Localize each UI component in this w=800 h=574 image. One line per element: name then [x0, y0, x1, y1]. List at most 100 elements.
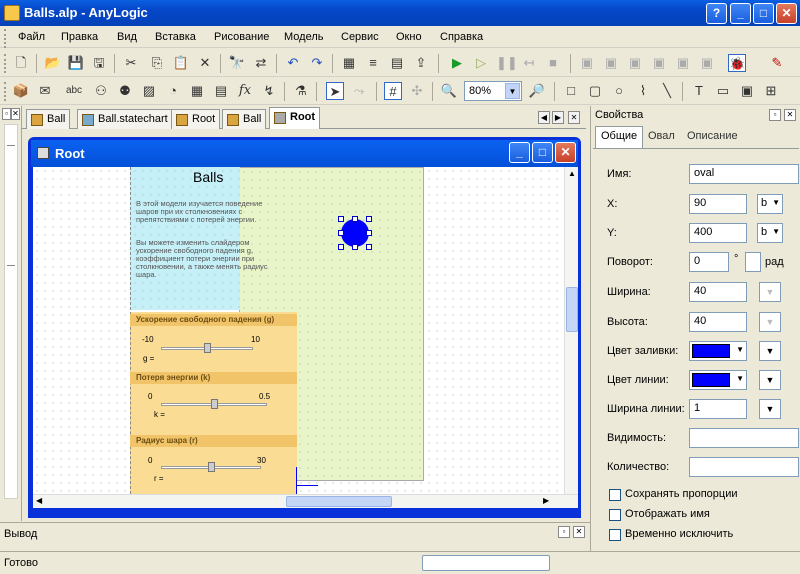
back-icon[interactable]: ↤	[520, 54, 538, 72]
tab-prev-icon[interactable]: ◀	[538, 111, 550, 124]
rounded-rect-icon[interactable]: ▢	[586, 82, 604, 100]
handle[interactable]	[338, 216, 344, 222]
scroll-thumb[interactable]	[566, 287, 578, 332]
handle[interactable]	[338, 230, 344, 236]
chevron-down-icon[interactable]: ▼	[505, 83, 520, 99]
pause-icon[interactable]: ❚❚	[496, 54, 518, 72]
close-icon[interactable]: ✕	[784, 109, 796, 121]
width-dropdown-icon[interactable]: ▼	[759, 282, 781, 302]
x-field[interactable]: 90	[689, 194, 747, 214]
debug-icon[interactable]: 🐞	[728, 54, 746, 72]
agent3-icon[interactable]: ▣	[626, 54, 644, 72]
stop-icon[interactable]: ■	[544, 54, 562, 72]
root-minimize-button[interactable]: _	[509, 142, 530, 163]
handle[interactable]	[352, 244, 358, 250]
tab-oval[interactable]: Овал	[643, 127, 680, 148]
tab-general[interactable]: Общие	[595, 126, 644, 148]
chart-icon[interactable]: ▤	[388, 54, 406, 72]
canvas-horizontal-scrollbar[interactable]: ◀ ▶	[33, 494, 578, 508]
line-color-picker[interactable]: ▼	[689, 370, 747, 390]
help-button[interactable]: ?	[706, 3, 727, 24]
image-icon[interactable]: ▨	[140, 82, 158, 100]
tab-description[interactable]: Описание	[682, 127, 743, 148]
pin-icon[interactable]: ▫	[769, 109, 781, 121]
root-close-button[interactable]: ✕	[555, 142, 576, 163]
tab-close-icon[interactable]: ✕	[568, 111, 580, 124]
agent-icon[interactable]: ▣	[578, 54, 596, 72]
handle[interactable]	[366, 244, 372, 250]
line-icon[interactable]: ╲	[658, 82, 676, 100]
text-box-icon[interactable]: ▭	[714, 82, 732, 100]
close-button[interactable]: ✕	[776, 3, 797, 24]
polyline-icon[interactable]: ⌇	[634, 82, 652, 100]
line-width-field[interactable]: 1	[689, 399, 747, 419]
model-canvas[interactable]: Balls В этой модели изучается поведение …	[33, 167, 578, 494]
y-field[interactable]: 400	[689, 223, 747, 243]
find-icon[interactable]: 🔭	[228, 54, 246, 72]
oval-icon[interactable]: ○	[610, 82, 628, 100]
height-field[interactable]: 40	[689, 312, 747, 332]
function-icon[interactable]: fx	[236, 82, 254, 100]
redo-icon[interactable]: ↷	[308, 54, 326, 72]
handle[interactable]	[338, 244, 344, 250]
scroll-right-icon[interactable]: ▶	[543, 496, 549, 505]
slider-g-thumb[interactable]	[204, 343, 211, 353]
zoom-in-icon[interactable]: 🔎	[528, 82, 546, 100]
tab-ball-2[interactable]: Ball	[222, 109, 267, 129]
slider-r-thumb[interactable]	[208, 462, 215, 472]
canvas-vertical-scrollbar[interactable]: ▲	[564, 167, 578, 494]
line-dropdown-icon[interactable]: ▼	[759, 370, 781, 390]
grid-icon[interactable]: #	[384, 82, 402, 100]
maximize-button[interactable]: □	[753, 3, 774, 24]
agent2-icon[interactable]: ▣	[602, 54, 620, 72]
agent5-icon[interactable]: ▣	[674, 54, 692, 72]
tree-scrollbar[interactable]	[4, 124, 18, 499]
connect-icon[interactable]: ⤳	[350, 82, 368, 100]
layers-icon[interactable]: ≡	[364, 54, 382, 72]
menu-insert[interactable]: Вставка	[155, 31, 196, 43]
transition-icon[interactable]: ↯	[260, 82, 278, 100]
tab-root-active[interactable]: Root	[269, 107, 321, 129]
replace-icon[interactable]: ⇄	[252, 54, 270, 72]
menu-help[interactable]: Справка	[440, 31, 483, 43]
menu-tools[interactable]: Сервис	[341, 31, 379, 43]
pin-icon[interactable]: ▫	[2, 108, 11, 120]
save-all-icon[interactable]: 🖫	[90, 54, 108, 72]
width-field[interactable]: 40	[689, 282, 747, 302]
scroll-up-icon[interactable]: ▲	[566, 169, 578, 182]
scroll-left-icon[interactable]: ◀	[36, 496, 42, 505]
oval-shape[interactable]	[341, 219, 369, 247]
handle[interactable]	[352, 216, 358, 222]
package-icon[interactable]: 📦	[12, 82, 30, 100]
name-field[interactable]: oval	[689, 164, 799, 184]
undo-icon[interactable]: ↶	[284, 54, 302, 72]
copy-icon[interactable]: ⎘	[148, 54, 166, 72]
fill-color-picker[interactable]: ▼	[689, 341, 747, 361]
select-pointer-icon[interactable]: ➤	[326, 82, 344, 100]
minimize-button[interactable]: _	[730, 3, 751, 24]
run-icon[interactable]: ▶	[448, 54, 466, 72]
open-icon[interactable]: 📂	[44, 54, 62, 72]
menu-window[interactable]: Окно	[396, 31, 422, 43]
new-icon[interactable]: 🗋	[12, 54, 30, 72]
agents-icon[interactable]: ⚇	[92, 82, 110, 100]
pin-icon[interactable]: ▫	[558, 526, 570, 538]
h-scroll-thumb[interactable]	[286, 496, 392, 507]
fill-dropdown-icon[interactable]: ▼	[759, 341, 781, 361]
tab-next-icon[interactable]: ▶	[552, 111, 564, 124]
cut-icon[interactable]: ✂	[122, 54, 140, 72]
visibility-field[interactable]	[689, 428, 799, 448]
menu-model[interactable]: Модель	[284, 31, 323, 43]
build-icon[interactable]: ▦	[340, 54, 358, 72]
agent6-icon[interactable]: ▣	[698, 54, 716, 72]
rectangle-icon[interactable]: □	[562, 82, 580, 100]
rotation-field[interactable]: 0	[689, 252, 729, 272]
message-icon[interactable]: ✉	[36, 82, 54, 100]
close-icon[interactable]: ✕	[11, 108, 20, 120]
tab-root-1[interactable]: Root	[171, 109, 221, 129]
population-icon[interactable]: ⚉	[116, 82, 134, 100]
paint-icon[interactable]: ✎	[768, 54, 786, 72]
picture-icon[interactable]: ▣	[738, 82, 756, 100]
menu-file[interactable]: Файл	[18, 31, 45, 43]
tab-ball-statechart[interactable]: Ball.statechart	[77, 109, 173, 129]
